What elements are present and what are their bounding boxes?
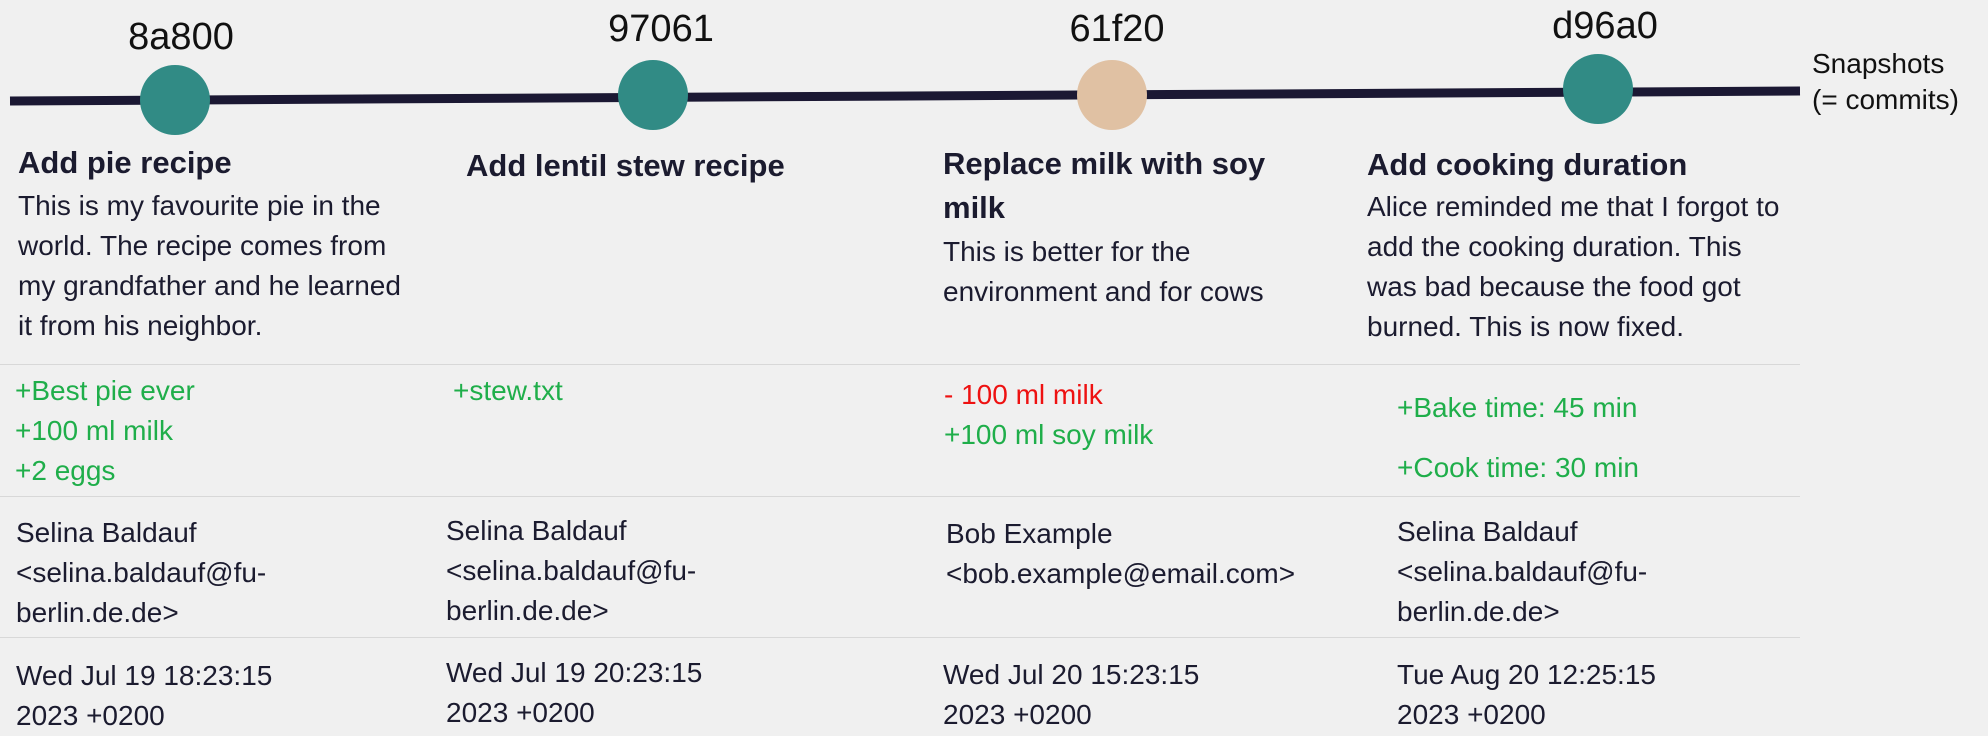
timeline	[9, 54, 1801, 135]
commit-date: Wed Jul 19 20:23:15 2023 +0200	[446, 653, 702, 733]
change-line: +100 ml milk	[15, 415, 173, 446]
commit-hash: d96a0	[1552, 5, 1658, 47]
commit-dot[interactable]	[140, 65, 210, 135]
change-line: +Best pie ever	[15, 375, 195, 406]
change-line: +stew.txt	[453, 375, 563, 406]
change-line: +Cook time: 30 min	[1397, 452, 1639, 483]
commit-description: Alice reminded me that I forgot to add t…	[1367, 191, 1780, 342]
commit-description: This is my favourite pie in the world. T…	[18, 190, 401, 341]
date-line: Wed Jul 19 18:23:15	[16, 660, 273, 691]
commit-changes: +Bake time: 45 min +Cook time: 30 min	[1397, 378, 1639, 498]
row-divider	[0, 364, 1800, 365]
commit-changes: +Best pie ever +100 ml milk +2 eggs	[15, 371, 195, 491]
commit-dot[interactable]	[1077, 60, 1147, 130]
date-line: Wed Jul 20 15:23:15	[943, 659, 1200, 690]
commit-dot[interactable]	[618, 60, 688, 130]
author-email: <selina.baldauf@fu-	[1397, 556, 1648, 587]
commit-date: Wed Jul 20 15:23:15 2023 +0200	[943, 655, 1199, 735]
author-name: Selina Baldauf	[446, 515, 627, 546]
commit-hash: 61f20	[1069, 8, 1165, 50]
commit-title: Add lentil stew recipe	[466, 148, 785, 183]
date-line: Tue Aug 20 12:25:15	[1397, 659, 1656, 690]
commit-changes: +stew.txt	[453, 371, 563, 411]
timeline-line	[9, 86, 1801, 106]
commit-title: Add cooking duration	[1367, 147, 1688, 182]
author-email: berlin.de.de>	[1397, 596, 1560, 627]
snapshots-legend: Snapshots (= commits)	[1812, 46, 1959, 118]
change-line: +100 ml soy milk	[944, 419, 1154, 450]
commit-title: Add pie recipe	[18, 145, 232, 180]
row-divider	[0, 637, 1800, 638]
author-name: Selina Baldauf	[16, 517, 197, 548]
legend-line-2: (= commits)	[1812, 84, 1959, 115]
commit-author: Selina Baldauf <selina.baldauf@fu- berli…	[1397, 512, 1647, 632]
author-email: berlin.de.de>	[16, 597, 179, 628]
commit-date: Tue Aug 20 12:25:15 2023 +0200	[1397, 655, 1656, 735]
change-line: +Bake time: 45 min	[1397, 392, 1638, 423]
author-email: berlin.de.de>	[446, 595, 609, 626]
author-email: <selina.baldauf@fu-	[446, 555, 697, 586]
commit-description: This is better for the environment and f…	[943, 236, 1264, 307]
commit-changes: - 100 ml milk +100 ml soy milk	[944, 375, 1153, 455]
date-line: 2023 +0200	[1397, 699, 1546, 730]
commit-author: Selina Baldauf <selina.baldauf@fu- berli…	[446, 511, 696, 631]
commit-title: Replace milk with soy milk	[943, 146, 1266, 225]
author-email: <bob.example@email.com>	[946, 558, 1296, 589]
legend-line-1: Snapshots	[1812, 48, 1945, 79]
commit-hash: 8a800	[128, 16, 234, 58]
date-line: Wed Jul 19 20:23:15	[446, 657, 703, 688]
commit-dot[interactable]	[1563, 54, 1633, 124]
author-email: <selina.baldauf@fu-	[16, 557, 267, 588]
author-name: Bob Example	[946, 518, 1113, 549]
date-line: 2023 +0200	[446, 697, 595, 728]
date-line: 2023 +0200	[943, 699, 1092, 730]
author-name: Selina Baldauf	[1397, 516, 1578, 547]
commit-author: Selina Baldauf <selina.baldauf@fu- berli…	[16, 513, 266, 633]
change-line: - 100 ml milk	[944, 379, 1103, 410]
change-line: +2 eggs	[15, 455, 116, 486]
date-line: 2023 +0200	[16, 700, 165, 731]
commit-hash: 97061	[608, 8, 714, 50]
commit-author: Bob Example <bob.example@email.com>	[946, 514, 1295, 594]
commit-date: Wed Jul 19 18:23:15 2023 +0200	[16, 656, 272, 736]
